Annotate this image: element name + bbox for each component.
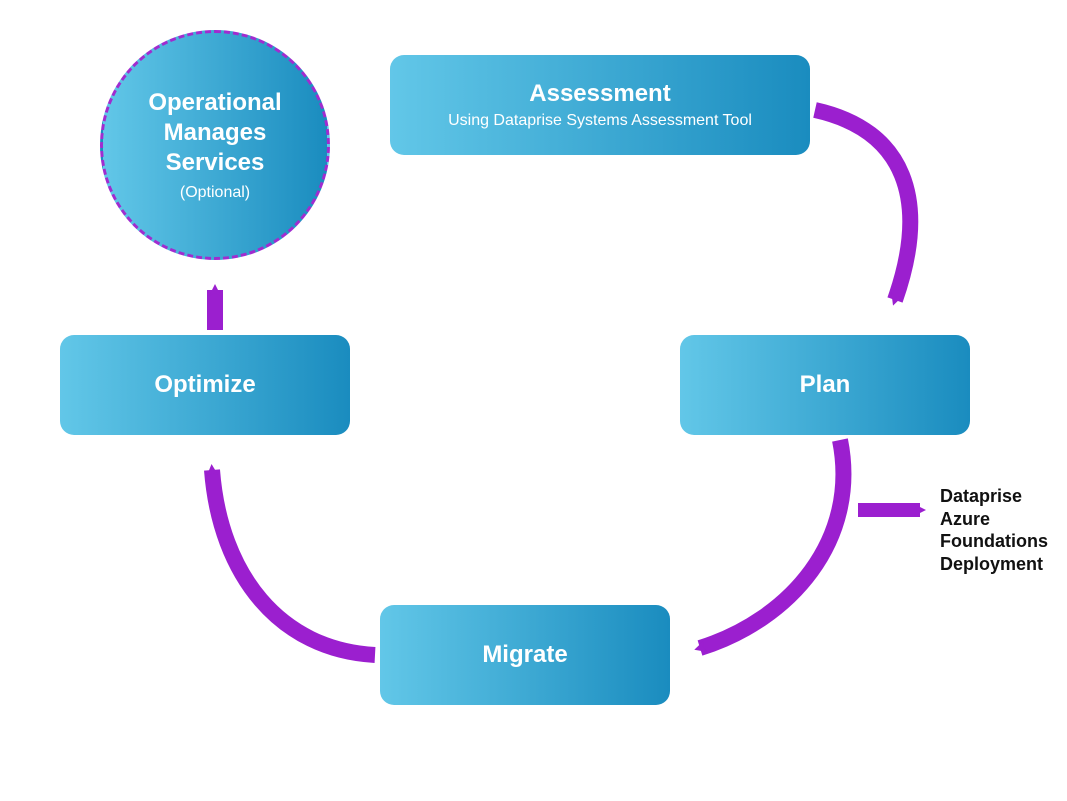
arrow-assessment-to-plan: [815, 110, 910, 300]
flow-arrows: [0, 0, 1067, 801]
arrow-migrate-to-optimize: [212, 470, 375, 655]
arrow-plan-to-migrate: [700, 440, 843, 648]
